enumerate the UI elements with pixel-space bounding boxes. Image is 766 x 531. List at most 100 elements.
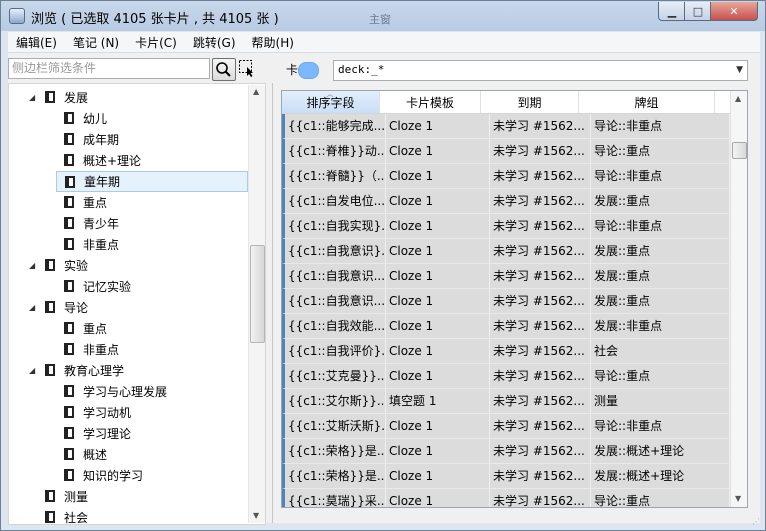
- maximize-button[interactable]: □: [684, 2, 712, 21]
- sidebar-item[interactable]: ◢ 导论: [29, 297, 247, 317]
- sidebar-item-label: 重点: [83, 195, 108, 210]
- table-row[interactable]: {{c1::能够完成... Cloze 1 未学习 #1562... 导论::非重点: [282, 114, 730, 139]
- table-header: ︿ 排序字段 卡片模板 到期 牌组: [282, 91, 730, 114]
- menu-cards[interactable]: 卡片(C): [127, 32, 185, 52]
- table-cell: {{c1::脊髓}}（...: [285, 164, 386, 188]
- menu-notes[interactable]: 笔记 (N): [65, 32, 127, 52]
- resize-grip-icon[interactable]: ⋰: [752, 517, 760, 526]
- sort-up-icon: ︿: [326, 90, 334, 98]
- minimize-icon: ▁: [667, 4, 677, 18]
- table-row[interactable]: {{c1::自我评价}... Cloze 1 未学习 #1562... 社会: [282, 339, 730, 364]
- sidebar-item[interactable]: 学习与心理发展: [56, 381, 246, 401]
- table-row[interactable]: {{c1::荣格}}是... Cloze 1 未学习 #1562... 发展::概述+…: [282, 464, 730, 489]
- table-row[interactable]: {{c1::脊椎}}动... Cloze 1 未学习 #1562... 导论::重点: [282, 139, 730, 164]
- table-row[interactable]: {{c1::莫瑞}}采... Cloze 1 未学习 #1562... 导论::重点: [282, 489, 730, 507]
- sidebar-item[interactable]: ◢ 教育心理学: [29, 360, 247, 380]
- sidebar-item-label: 成年期: [83, 132, 120, 147]
- cards-notes-toggle-label: 卡: [286, 63, 299, 77]
- column-deck[interactable]: 牌组: [579, 91, 715, 113]
- title-bar: 浏览 ( 已选取 4105 张卡片 , 共 4105 张 ) 主窗 ▁ □ ✕: [1, 1, 765, 31]
- table-row[interactable]: {{c1::艾克曼}}... Cloze 1 未学习 #1562... 导论::重点: [282, 364, 730, 389]
- scroll-down-icon[interactable]: ▼: [735, 494, 741, 503]
- sidebar-item[interactable]: 学习理论: [56, 423, 246, 443]
- table-row[interactable]: {{c1::自我意识... Cloze 1 未学习 #1562... 发展::重点: [282, 289, 730, 314]
- menu-edit[interactable]: 编辑(E): [8, 32, 65, 52]
- menu-help[interactable]: 帮助(H): [244, 32, 302, 52]
- sidebar-scrollbar[interactable]: ▲ ▼: [248, 85, 265, 523]
- expanded-arrow-icon[interactable]: ◢: [29, 93, 39, 102]
- table-scrollbar[interactable]: ▲ ▼: [730, 91, 747, 507]
- table-row[interactable]: {{c1::自我实现}... Cloze 1 未学习 #1562... 导论::非重点: [282, 214, 730, 239]
- table-cell: Cloze 1: [386, 439, 490, 463]
- column-due[interactable]: 到期: [481, 91, 579, 113]
- table-cell: 未学习 #1562...: [490, 289, 591, 313]
- table-cell: {{c1::自我实现}...: [285, 214, 386, 238]
- sidebar-item[interactable]: 重点: [56, 318, 246, 338]
- sidebar-item[interactable]: 社会: [29, 507, 247, 524]
- scroll-up-icon[interactable]: ▲: [253, 87, 259, 96]
- table-row[interactable]: {{c1::自发电位... Cloze 1 未学习 #1562... 发展::重点: [282, 189, 730, 214]
- sidebar-item-label: 导论: [64, 300, 89, 315]
- table-cell: 未学习 #1562...: [490, 414, 591, 438]
- table-cell: 未学习 #1562...: [490, 139, 591, 163]
- sidebar-item[interactable]: 青少年: [56, 213, 246, 233]
- sidebar-item[interactable]: 学习动机: [56, 402, 246, 422]
- sidebar-item[interactable]: 测量: [29, 486, 247, 506]
- table-cell: 导论::非重点: [591, 114, 730, 138]
- table-row[interactable]: {{c1::荣格}}是... Cloze 1 未学习 #1562... 发展::概述+…: [282, 439, 730, 464]
- scroll-up-icon[interactable]: ▲: [735, 94, 741, 103]
- sidebar-filter-input[interactable]: [9, 59, 209, 76]
- sidebar-item[interactable]: ◢ 发展: [29, 87, 247, 107]
- table-cell: 导论::重点: [591, 364, 730, 388]
- table-row[interactable]: {{c1::自我意识}... Cloze 1 未学习 #1562... 发展::重点: [282, 239, 730, 264]
- expanded-arrow-icon[interactable]: ◢: [29, 303, 39, 312]
- table-row[interactable]: {{c1::脊髓}}（... Cloze 1 未学习 #1562... 导论::非重点: [282, 164, 730, 189]
- sidebar-search-button[interactable]: [212, 58, 236, 81]
- sidebar-item[interactable]: 知识的学习: [56, 465, 246, 485]
- sidebar-item-label: 青少年: [83, 216, 120, 231]
- pane-splitter[interactable]: [272, 83, 273, 523]
- deck-icon: [45, 301, 55, 313]
- table-scroll-thumb[interactable]: [732, 142, 747, 159]
- search-input[interactable]: [334, 61, 722, 78]
- sidebar-scroll-thumb[interactable]: [250, 245, 265, 343]
- menu-go[interactable]: 跳转(G): [185, 32, 244, 52]
- sidebar-item[interactable]: 记忆实验: [56, 276, 246, 296]
- deck-icon: [64, 448, 74, 460]
- column-sort-field[interactable]: ︿ 排序字段: [282, 91, 380, 113]
- sidebar-item[interactable]: 成年期: [56, 129, 246, 149]
- deck-icon: [45, 364, 55, 376]
- table-cell: Cloze 1: [386, 314, 490, 338]
- scroll-down-icon[interactable]: ▼: [253, 511, 259, 520]
- sidebar-item[interactable]: 概述: [56, 444, 246, 464]
- search-icon: [216, 62, 231, 77]
- sidebar-item[interactable]: 非重点: [56, 339, 246, 359]
- sidebar-item[interactable]: 重点: [56, 192, 246, 212]
- expanded-arrow-icon[interactable]: ◢: [29, 261, 39, 270]
- table-cell: {{c1::能够完成...: [285, 114, 386, 138]
- column-card-template[interactable]: 卡片模板: [380, 91, 481, 113]
- table-row[interactable]: {{c1::艾斯沃斯}... Cloze 1 未学习 #1562... 导论::非重点: [282, 414, 730, 439]
- sidebar-select-button[interactable]: [238, 59, 256, 77]
- close-button[interactable]: ✕: [710, 2, 758, 21]
- table-row[interactable]: {{c1::自我效能... Cloze 1 未学习 #1562... 发展::非重点: [282, 314, 730, 339]
- sidebar-item-label: 学习动机: [83, 405, 132, 420]
- table-row[interactable]: {{c1::自我意识... Cloze 1 未学习 #1562... 发展::重点: [282, 264, 730, 289]
- sidebar-item[interactable]: 童年期: [56, 171, 248, 192]
- expanded-arrow-icon[interactable]: ◢: [29, 366, 39, 375]
- table-cell: {{c1::自我意识...: [285, 289, 386, 313]
- sidebar-item[interactable]: ◢ 实验: [29, 255, 247, 275]
- cards-notes-toggle[interactable]: [298, 62, 319, 79]
- sidebar-item[interactable]: 幼儿: [56, 108, 246, 128]
- sidebar-item-label: 测量: [64, 489, 89, 504]
- sidebar-item-label: 知识的学习: [83, 468, 144, 483]
- table-cell: Cloze 1: [386, 214, 490, 238]
- table-cell: 测量: [591, 389, 730, 413]
- sidebar-item[interactable]: 非重点: [56, 234, 246, 254]
- sidebar-item[interactable]: 概述+理论: [56, 150, 246, 170]
- minimize-button[interactable]: ▁: [658, 2, 686, 21]
- table-cell: {{c1::艾克曼}}...: [285, 364, 386, 388]
- sidebar-tree[interactable]: 社会 测量 知识的学习 概述 学习理论 学习动机 学习与心理发展 ◢ 教育心理学 非重点 重点 ◢ 导论…: [8, 83, 266, 525]
- table-row[interactable]: {{c1::艾尔斯}}... 填空题 1 未学习 #1562... 测量: [282, 389, 730, 414]
- chevron-down-icon[interactable]: ▼: [736, 65, 743, 75]
